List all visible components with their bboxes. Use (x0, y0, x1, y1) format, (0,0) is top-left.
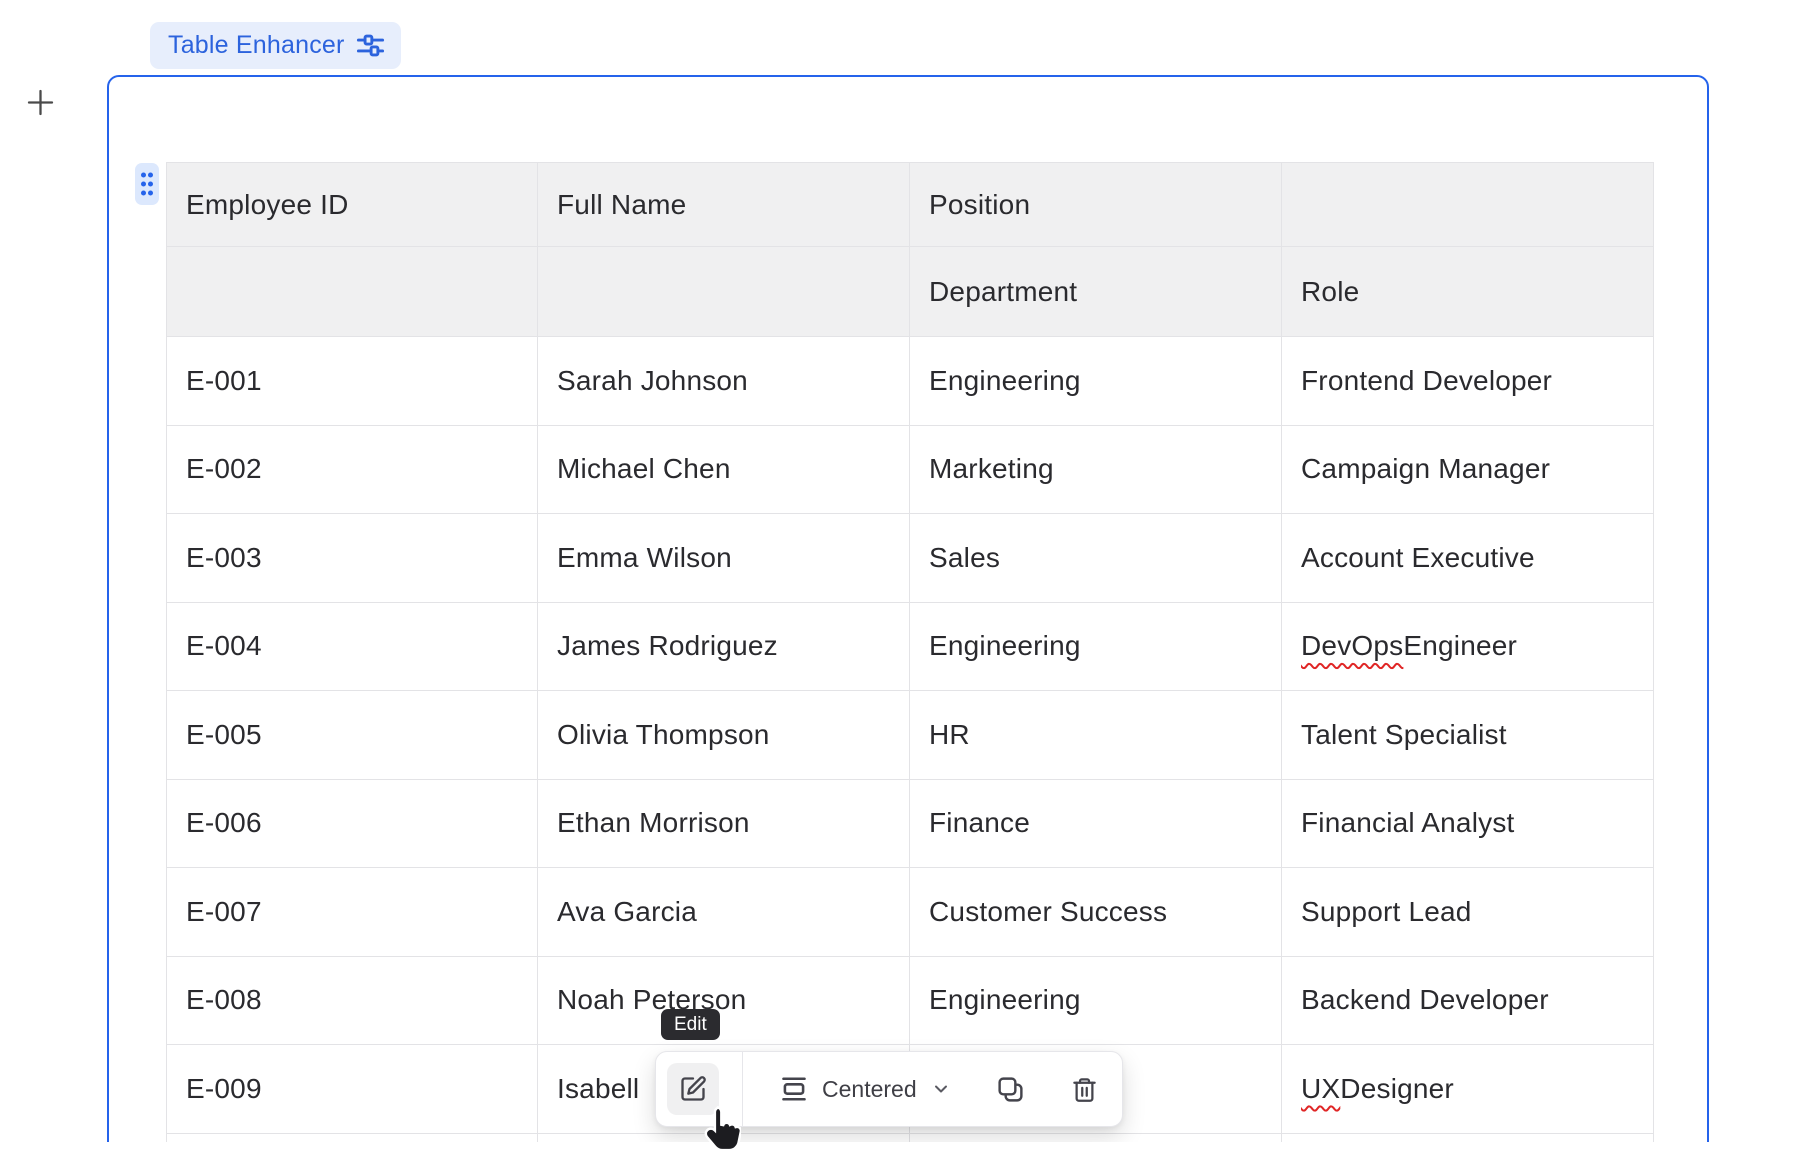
cell-name[interactable]: James Rodriguez (538, 603, 910, 692)
alignment-label: Centered (822, 1076, 917, 1103)
cell-department[interactable]: HR (910, 691, 1282, 780)
misspelled-word: UX (1301, 1073, 1340, 1105)
table-drag-handle[interactable] (135, 163, 159, 205)
edit-button[interactable] (667, 1063, 719, 1115)
table-enhancer-block: Employee ID Full Name Position Departmen… (107, 75, 1709, 1142)
chevron-down-icon (931, 1079, 951, 1099)
cell-role[interactable]: Talent Specialist (1282, 691, 1654, 780)
cell-role[interactable]: Campaign Manager (1282, 426, 1654, 515)
cell-id[interactable]: E-008 (167, 957, 538, 1046)
role-text: Campaign Manager (1301, 453, 1550, 485)
cell-department[interactable]: Engineering (910, 957, 1282, 1046)
role-text: Backend Developer (1301, 984, 1549, 1016)
header2-cell-empty[interactable] (538, 247, 910, 337)
header-cell-department[interactable]: Department (910, 247, 1282, 337)
cell-role[interactable]: Backend Developer (1282, 957, 1654, 1046)
cell-department[interactable]: Finance (910, 780, 1282, 869)
cell-role[interactable]: Account Executive (1282, 514, 1654, 603)
misspelled-word: DevOps (1301, 630, 1403, 662)
align-middle-icon (780, 1075, 808, 1103)
cell-partial (910, 1134, 1282, 1143)
role-text: Support Lead (1301, 896, 1472, 928)
cell-name[interactable]: Sarah Johnson (538, 337, 910, 426)
delete-button[interactable] (1071, 1076, 1098, 1103)
cell-id[interactable]: E-002 (167, 426, 538, 515)
header-cell-empty[interactable] (1282, 163, 1654, 247)
employee-table: Employee ID Full Name Position Departmen… (166, 162, 1654, 1142)
cell-partial (167, 1134, 538, 1143)
cell-id[interactable]: E-007 (167, 868, 538, 957)
cell-name[interactable]: Emma Wilson (538, 514, 910, 603)
header-cell-full-name[interactable]: Full Name (538, 163, 910, 247)
cell-department[interactable]: Engineering (910, 337, 1282, 426)
cell-id[interactable]: E-005 (167, 691, 538, 780)
header-cell-employee-id[interactable]: Employee ID (167, 163, 538, 247)
grip-dots-icon (139, 171, 155, 197)
sliders-icon (356, 31, 385, 60)
cell-toolbar: Centered (655, 1051, 1123, 1127)
table-enhancer-label: Table Enhancer (168, 31, 345, 60)
table-enhancer-chip[interactable]: Table Enhancer (150, 22, 401, 69)
cell-id[interactable]: E-003 (167, 514, 538, 603)
plus-icon (27, 89, 54, 116)
cell-id[interactable]: E-004 (167, 603, 538, 692)
cell-department[interactable]: Marketing (910, 426, 1282, 515)
header-cell-position[interactable]: Position (910, 163, 1282, 247)
cell-role[interactable]: DevOps Engineer (1282, 603, 1654, 692)
cell-partial (1282, 1134, 1654, 1143)
viewport-cutoff (0, 1142, 1810, 1174)
cell-partial (538, 1134, 910, 1143)
header-cell-role[interactable]: Role (1282, 247, 1654, 337)
cell-name[interactable]: Noah Peterson (538, 957, 910, 1046)
role-text: Frontend Developer (1301, 365, 1552, 397)
role-text: Account Executive (1301, 542, 1535, 574)
cell-role[interactable]: Support Lead (1282, 868, 1654, 957)
cell-name[interactable]: Michael Chen (538, 426, 910, 515)
edit-tooltip-label: Edit (674, 1014, 707, 1036)
role-text: Financial Analyst (1301, 807, 1515, 839)
trash-icon (1071, 1076, 1098, 1103)
toolbar-divider (742, 1052, 743, 1126)
duplicate-button[interactable] (996, 1075, 1025, 1104)
cell-name[interactable]: Olivia Thompson (538, 691, 910, 780)
cell-name[interactable]: Ethan Morrison (538, 780, 910, 869)
cell-id[interactable]: E-001 (167, 337, 538, 426)
cell-role[interactable]: Financial Analyst (1282, 780, 1654, 869)
cell-role[interactable]: Frontend Developer (1282, 337, 1654, 426)
role-text: Designer (1340, 1073, 1454, 1105)
role-text: Talent Specialist (1301, 719, 1507, 751)
header2-cell-empty[interactable] (167, 247, 538, 337)
cell-id[interactable]: E-006 (167, 780, 538, 869)
copy-icon (996, 1075, 1025, 1104)
edit-tooltip: Edit (661, 1009, 720, 1040)
cell-department[interactable]: Customer Success (910, 868, 1282, 957)
cell-role[interactable]: UX Designer (1282, 1045, 1654, 1134)
cell-id[interactable]: E-009 (167, 1045, 538, 1134)
add-block-button[interactable] (24, 86, 56, 118)
cell-department[interactable]: Sales (910, 514, 1282, 603)
cell-name[interactable]: Ava Garcia (538, 868, 910, 957)
role-text: Engineer (1403, 630, 1517, 662)
cell-department[interactable]: Engineering (910, 603, 1282, 692)
square-pen-icon (679, 1075, 707, 1103)
vertical-alignment-button[interactable]: Centered (780, 1075, 951, 1103)
